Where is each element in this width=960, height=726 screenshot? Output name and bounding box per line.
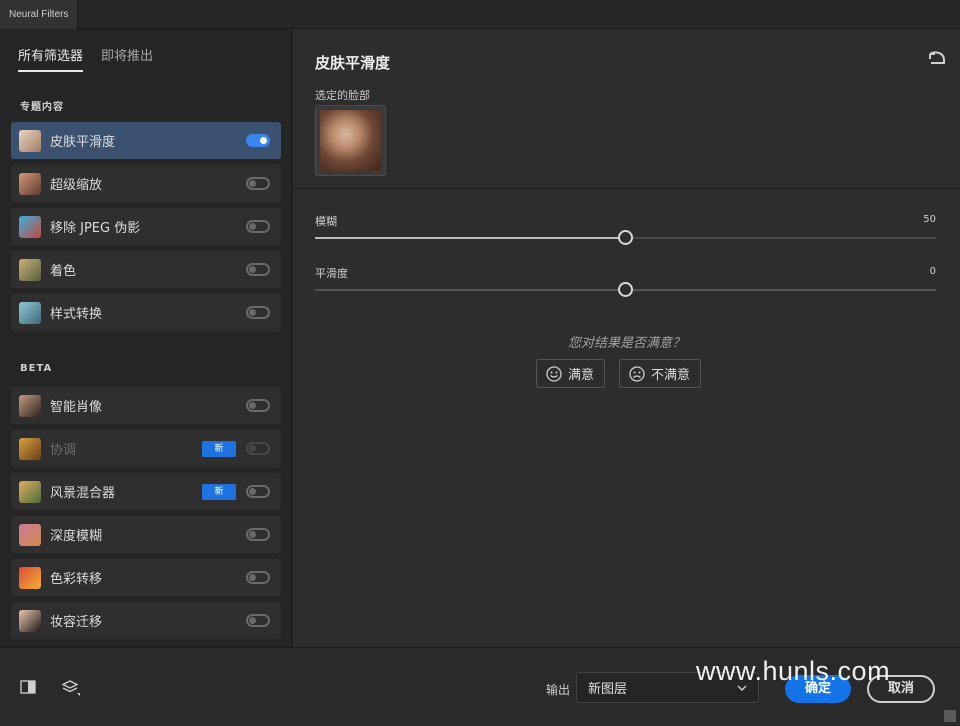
filter-label: 妆容迁移: [50, 615, 103, 630]
filter-label: 皮肤平滑度: [50, 135, 116, 150]
section-divider: [293, 188, 960, 189]
beta-section-label: BETA: [20, 363, 53, 374]
toggle-switch[interactable]: [246, 442, 270, 455]
filter-super-zoom[interactable]: 超级缩放: [11, 165, 281, 202]
filter-color-transfer[interactable]: 色彩转移: [11, 559, 281, 596]
smoothness-slider[interactable]: [315, 282, 936, 297]
smile-icon: [546, 365, 562, 382]
filter-label: 协调: [50, 443, 77, 458]
toggle-switch[interactable]: [246, 399, 270, 412]
toggle-switch[interactable]: [246, 134, 270, 147]
face-image: [320, 110, 381, 171]
style-transfer-thumb: [19, 301, 41, 324]
smart-portrait-thumb: [19, 394, 41, 417]
reset-icon[interactable]: [928, 51, 946, 67]
frown-icon: [629, 365, 645, 382]
tab-all-filters[interactable]: 所有筛选器: [18, 48, 84, 72]
toggle-switch[interactable]: [246, 571, 270, 584]
resize-grip[interactable]: [944, 710, 956, 722]
satisfied-label: 满意: [568, 368, 595, 383]
dialog-footer: 输出 新图层 确定 取消 www.hunls.com: [0, 647, 960, 726]
unsatisfied-button[interactable]: 不满意: [619, 359, 702, 388]
filter-makeup-transfer[interactable]: 妆容迁移: [11, 602, 281, 639]
filter-label: 样式转换: [50, 307, 103, 322]
blur-slider-value: 50: [923, 214, 936, 225]
filter-label: 超级缩放: [50, 178, 103, 193]
slider-fill: [315, 237, 626, 239]
toggle-switch[interactable]: [246, 614, 270, 627]
landscape-mixer-thumb: [19, 480, 41, 503]
featured-section-label: 专题内容: [20, 102, 64, 113]
output-label: 输出: [546, 683, 571, 697]
selected-face-label: 选定的脸部: [315, 89, 370, 102]
filter-style-transfer[interactable]: 样式转换: [11, 294, 281, 331]
title-bar: Neural Filters: [0, 0, 960, 29]
filter-landscape-mixer[interactable]: 风景混合器 新: [11, 473, 281, 510]
unsatisfied-label: 不满意: [651, 368, 691, 383]
filter-smart-portrait[interactable]: 智能肖像: [11, 387, 281, 424]
compare-icon[interactable]: [20, 680, 36, 694]
filter-remove-jpeg-artifacts[interactable]: 移除 JPEG 伪影: [11, 208, 281, 245]
filter-label: 移除 JPEG 伪影: [50, 221, 141, 236]
filter-label: 深度模糊: [50, 529, 103, 544]
colorize-thumb: [19, 258, 41, 281]
toggle-switch[interactable]: [246, 528, 270, 541]
new-badge: 新: [202, 483, 236, 500]
makeup-transfer-thumb: [19, 609, 41, 632]
depth-blur-thumb: [19, 523, 41, 546]
tab-coming-soon[interactable]: 即将推出: [101, 48, 153, 72]
filter-harmonization[interactable]: 协调 新: [11, 430, 281, 467]
watermark-text: www.hunls.com: [696, 656, 891, 686]
harmonization-thumb: [19, 437, 41, 460]
selected-face-thumbnail[interactable]: [315, 105, 386, 176]
sidebar-tabs: 所有筛选器 即将推出: [18, 48, 153, 74]
layers-icon[interactable]: [62, 679, 80, 697]
filters-sidebar: 所有筛选器 即将推出 专题内容 皮肤平滑度 超级缩放 移除 JPEG 伪影 着色…: [0, 29, 292, 647]
slider-knob[interactable]: [618, 230, 633, 245]
color-transfer-thumb: [19, 566, 41, 589]
blur-slider-label: 模糊: [315, 215, 337, 228]
skin-smoothing-thumb: [19, 129, 41, 152]
slider-knob[interactable]: [618, 282, 633, 297]
window-title-tab[interactable]: Neural Filters: [0, 0, 79, 29]
blur-slider[interactable]: [315, 230, 936, 245]
jpeg-artifacts-thumb: [19, 215, 41, 238]
filter-settings-panel: 皮肤平滑度 选定的脸部 模糊 50 平滑度 0 您对结果是否满意？ 满意 不满意: [293, 29, 960, 647]
toggle-switch[interactable]: [246, 306, 270, 319]
new-badge: 新: [202, 440, 236, 457]
smoothness-slider-value: 0: [929, 266, 936, 277]
toggle-switch[interactable]: [246, 177, 270, 190]
super-zoom-thumb: [19, 172, 41, 195]
filter-label: 风景混合器: [50, 486, 116, 501]
filter-colorize[interactable]: 着色: [11, 251, 281, 288]
panel-title: 皮肤平滑度: [315, 54, 391, 72]
satisfied-button[interactable]: 满意: [536, 359, 606, 388]
filter-label: 智能肖像: [50, 400, 103, 415]
feedback-question: 您对结果是否满意？: [567, 336, 685, 351]
filter-skin-smoothing[interactable]: 皮肤平滑度: [11, 122, 281, 159]
toggle-switch[interactable]: [246, 485, 270, 498]
filter-depth-blur[interactable]: 深度模糊: [11, 516, 281, 553]
filter-label: 色彩转移: [50, 572, 103, 587]
filter-label: 着色: [50, 264, 77, 279]
toggle-switch[interactable]: [246, 220, 270, 233]
smoothness-slider-label: 平滑度: [315, 267, 348, 280]
toggle-switch[interactable]: [246, 263, 270, 276]
